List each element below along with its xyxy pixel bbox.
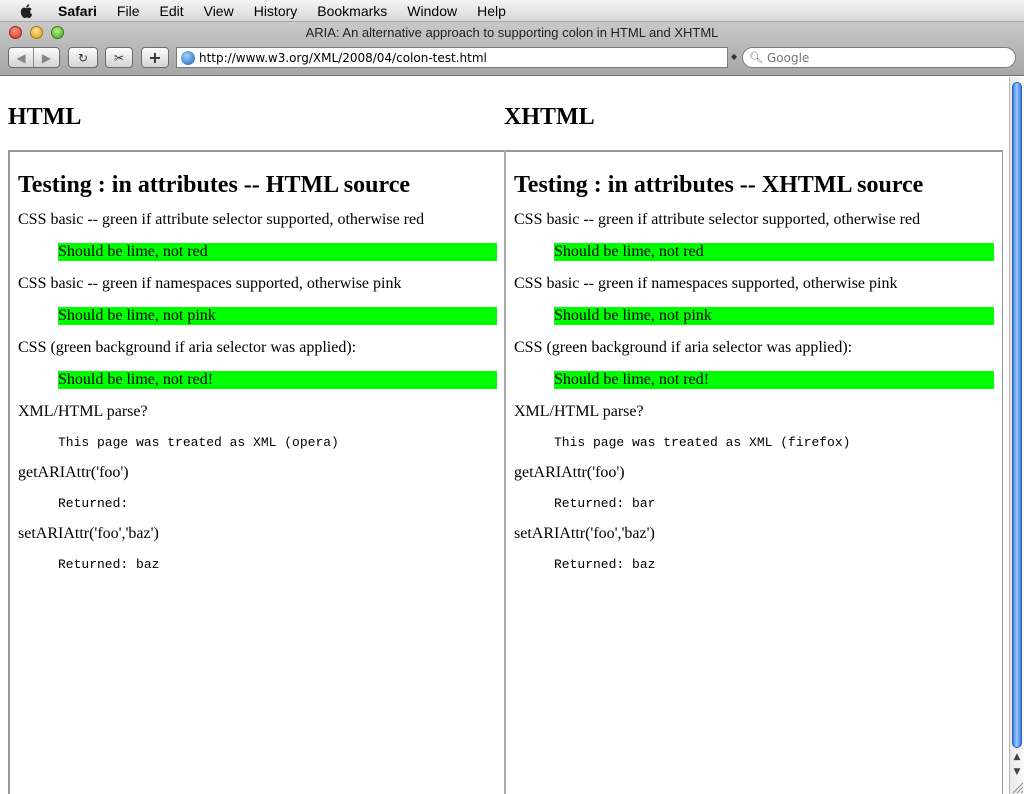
- get-aria-result: Returned: bar: [554, 496, 656, 511]
- back-icon[interactable]: ◀: [9, 48, 35, 67]
- window-title: ARIA: An alternative approach to support…: [305, 25, 719, 40]
- parse-label: XML/HTML parse?: [18, 403, 148, 420]
- css-attr-result: Should be lime, not red: [58, 243, 497, 261]
- menu-window[interactable]: Window: [397, 3, 467, 19]
- toolbar: ◀ ▶ ↻ ✂ + ◆ 🔍︎: [0, 46, 1024, 72]
- css-ns-result: Should be lime, not pink: [554, 307, 994, 325]
- globe-icon: [181, 50, 195, 65]
- xhtml-column-heading: XHTML: [504, 104, 595, 130]
- snippet-button[interactable]: ✂: [105, 47, 133, 68]
- add-bookmark-button[interactable]: +: [141, 47, 169, 68]
- address-bar[interactable]: [176, 47, 728, 68]
- get-aria-result: Returned:: [58, 496, 129, 511]
- css-ns-result: Should be lime, not pink: [58, 307, 497, 325]
- plus-icon: +: [148, 48, 162, 67]
- search-input[interactable]: [766, 50, 1007, 65]
- html-column-heading: HTML: [8, 104, 82, 130]
- scissors-icon: ✂: [113, 50, 125, 65]
- menu-bookmarks[interactable]: Bookmarks: [307, 3, 397, 19]
- vertical-scrollbar[interactable]: ▲ ▼: [1009, 77, 1024, 794]
- reload-button[interactable]: ↻: [68, 47, 98, 68]
- parse-label: XML/HTML parse?: [514, 403, 644, 420]
- css-aria-label: CSS (green background if aria selector w…: [18, 339, 357, 356]
- xhtml-test-frame[interactable]: Testing : in attributes -- XHTML source …: [504, 150, 1003, 794]
- html-test-frame[interactable]: Testing : in attributes -- HTML source C…: [8, 150, 506, 794]
- css-aria-label: CSS (green background if aria selector w…: [514, 339, 853, 356]
- set-aria-result: Returned: baz: [554, 557, 656, 572]
- url-input[interactable]: [199, 50, 719, 65]
- css-attr-result: Should be lime, not red: [554, 243, 994, 261]
- back-forward-buttons: ◀ ▶: [8, 47, 60, 68]
- scroll-thumb[interactable]: [1012, 82, 1022, 748]
- set-aria-result: Returned: baz: [58, 557, 160, 572]
- forward-icon[interactable]: ▶: [34, 48, 59, 67]
- frame-title: Testing : in attributes -- HTML source: [18, 172, 411, 198]
- css-aria-result: Should be lime, not red!: [58, 371, 497, 389]
- menu-history[interactable]: History: [244, 3, 308, 19]
- get-aria-label: getARIAttr('foo'): [514, 464, 625, 481]
- menu-bar: Safari File Edit View History Bookmarks …: [0, 0, 1024, 22]
- css-attr-label: CSS basic -- green if attribute selector…: [514, 211, 921, 228]
- set-aria-label: setARIAttr('foo','baz'): [18, 525, 159, 542]
- menu-help[interactable]: Help: [467, 3, 516, 19]
- get-aria-label: getARIAttr('foo'): [18, 464, 129, 481]
- menu-view[interactable]: View: [194, 3, 244, 19]
- parse-result: This page was treated as XML (opera): [58, 435, 339, 450]
- reload-icon: ↻: [77, 50, 89, 65]
- parse-result: This page was treated as XML (firefox): [554, 435, 851, 450]
- menu-app-safari[interactable]: Safari: [48, 3, 107, 19]
- css-aria-result: Should be lime, not red!: [554, 371, 994, 389]
- frame-title: Testing : in attributes -- XHTML source: [514, 172, 924, 198]
- set-aria-label: setARIAttr('foo','baz'): [514, 525, 655, 542]
- search-box[interactable]: 🔍︎: [742, 47, 1016, 68]
- css-ns-label: CSS basic -- green if namespaces support…: [18, 275, 402, 292]
- css-ns-label: CSS basic -- green if namespaces support…: [514, 275, 898, 292]
- menu-file[interactable]: File: [107, 3, 150, 19]
- url-dropdown-icon[interactable]: ◆: [731, 52, 737, 61]
- scroll-down-icon[interactable]: ▼: [1010, 764, 1024, 779]
- resize-grip-icon[interactable]: [1009, 779, 1024, 794]
- scroll-up-icon[interactable]: ▲: [1010, 749, 1024, 764]
- browser-chrome: ARIA: An alternative approach to support…: [0, 22, 1024, 76]
- apple-icon[interactable]: [18, 2, 36, 20]
- menu-edit[interactable]: Edit: [149, 3, 193, 19]
- title-bar[interactable]: ARIA: An alternative approach to support…: [0, 22, 1024, 44]
- page-content: HTML XHTML Testing : in attributes -- HT…: [0, 77, 1009, 794]
- search-icon: 🔍︎: [749, 51, 763, 64]
- css-attr-label: CSS basic -- green if attribute selector…: [18, 211, 425, 228]
